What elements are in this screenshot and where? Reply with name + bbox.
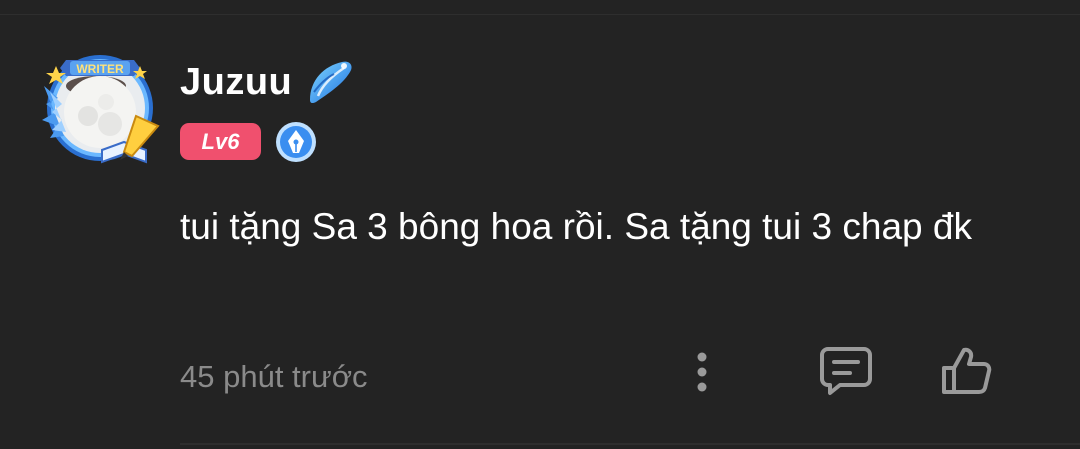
- username[interactable]: Juzuu: [180, 60, 292, 104]
- bottom-divider: [180, 443, 1080, 445]
- level-badge: Lv6: [180, 123, 261, 160]
- timestamp: 45 phút trước: [180, 359, 368, 394]
- thumbs-up-icon[interactable]: [938, 344, 994, 398]
- shell-icon: [304, 56, 356, 108]
- avatar[interactable]: WRITER: [36, 46, 168, 174]
- comment-item: WRITER Juzuu Lv6 tui tặng Sa 3 bông hoa …: [0, 0, 1080, 449]
- avatar-frame-label: WRITER: [76, 62, 124, 76]
- avatar-writer-frame: WRITER: [42, 55, 160, 164]
- comment-icon[interactable]: [818, 345, 874, 397]
- pen-nib-icon: [275, 121, 317, 163]
- comment-text: tui tặng Sa 3 bông hoa rồi. Sa tặng tui …: [180, 206, 972, 247]
- more-vertical-icon[interactable]: [684, 348, 720, 396]
